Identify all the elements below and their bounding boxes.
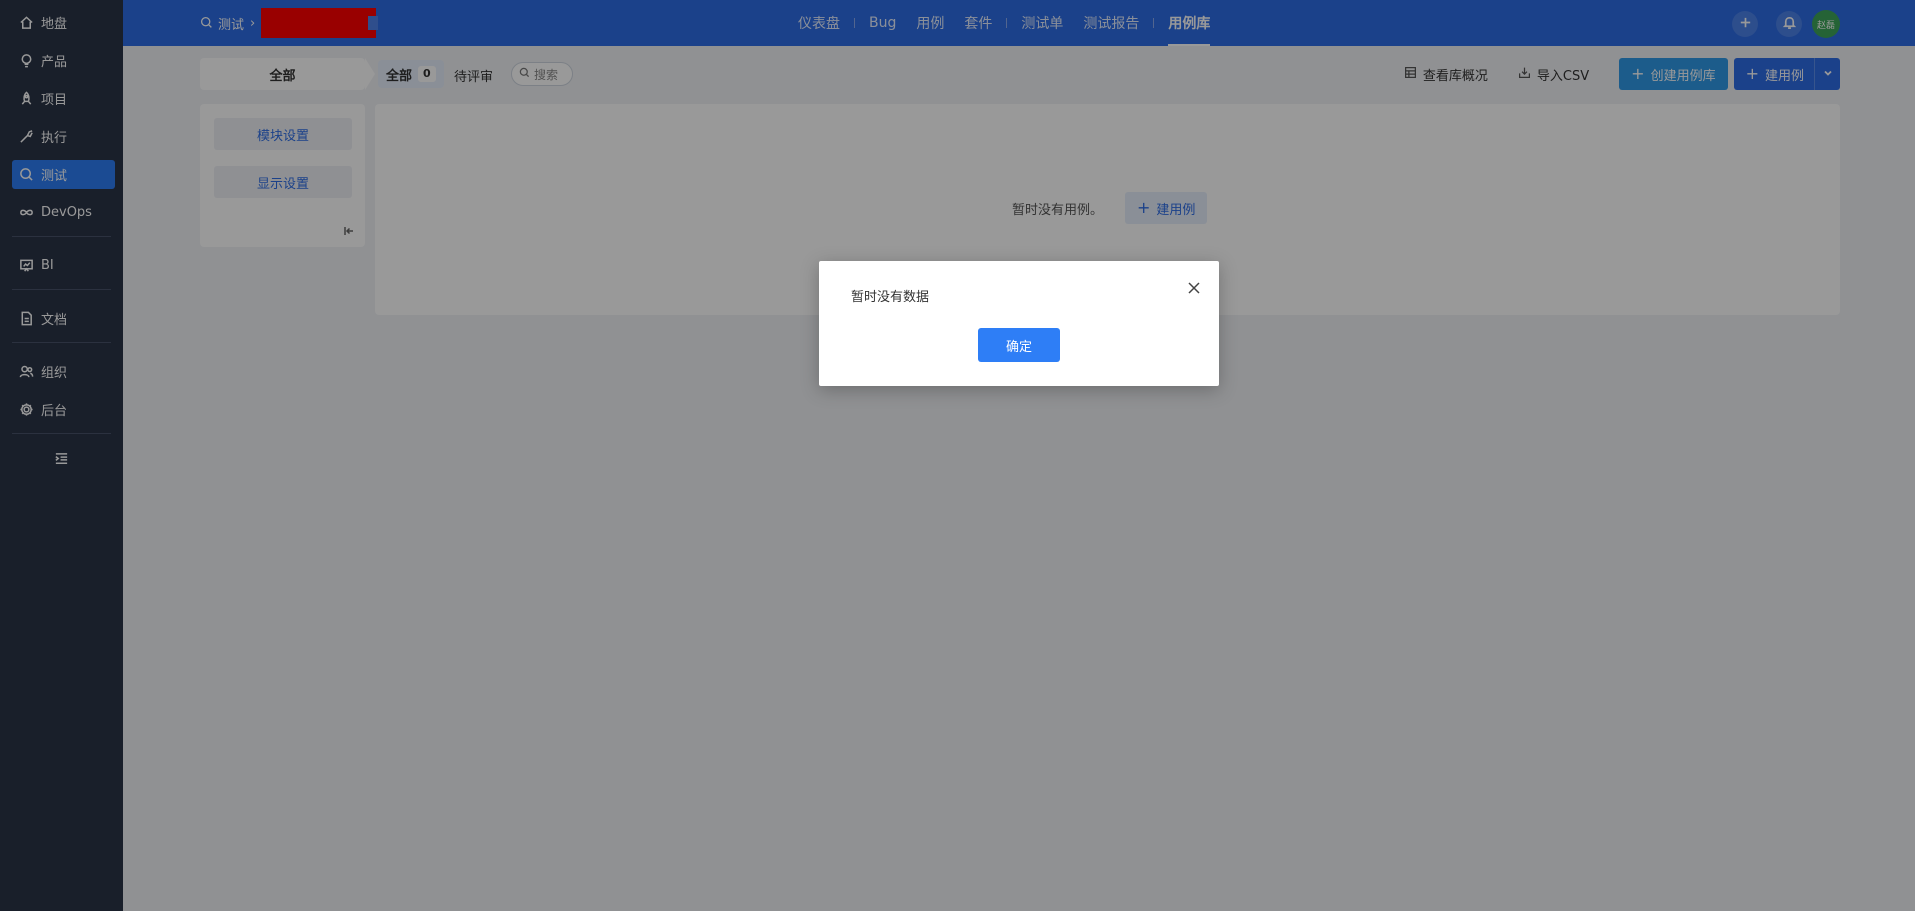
alert-dialog: 暂时没有数据 确定	[819, 261, 1219, 386]
dialog-close-button[interactable]	[1187, 281, 1201, 295]
close-icon	[1187, 282, 1201, 299]
dialog-ok-button[interactable]: 确定	[978, 328, 1060, 362]
modal-backdrop[interactable]	[0, 0, 1915, 911]
dialog-message: 暂时没有数据	[851, 290, 930, 305]
